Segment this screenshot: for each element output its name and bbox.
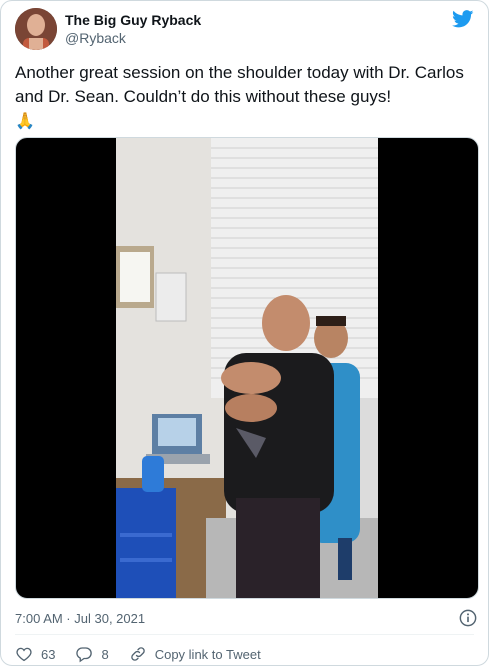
folded-hands-emoji: 🙏 [15,113,35,130]
tweet-body: Another great session on the shoulder to… [15,63,469,106]
tweet-meta: 7:00 AM · Jul 30, 2021 [15,609,477,629]
video-frame [116,138,378,598]
link-icon [130,647,145,661]
heart-icon [16,647,32,662]
copy-link-button[interactable]: Copy link to Tweet [129,645,261,663]
reply-count: 8 [101,646,109,662]
tweet-video[interactable] [15,137,479,599]
like-count: 63 [41,646,56,662]
like-button[interactable]: 63 [15,645,55,663]
twitter-bird-icon[interactable] [452,10,474,28]
author-handle[interactable]: @Ryback [65,29,201,47]
reply-bubble-icon [76,647,93,663]
copy-link-label: Copy link to Tweet [154,646,261,662]
author-names: The Big Guy Ryback @Ryback [65,11,201,47]
tweet-timestamp[interactable]: 7:00 AM · Jul 30, 2021 [15,611,145,626]
author-avatar[interactable] [15,8,57,50]
video-still-image [116,138,378,598]
tweet-card: The Big Guy Ryback @Ryback Another great… [0,0,489,666]
reply-button[interactable]: 8 [75,645,109,663]
tweet-header: The Big Guy Ryback @Ryback [15,8,474,52]
author-display-name[interactable]: The Big Guy Ryback [65,11,201,29]
info-icon[interactable] [459,609,477,627]
tweet-actions: 63 8 Copy link to Tweet [15,643,281,665]
actions-divider [15,634,474,635]
tweet-text: Another great session on the shoulder to… [15,61,477,134]
